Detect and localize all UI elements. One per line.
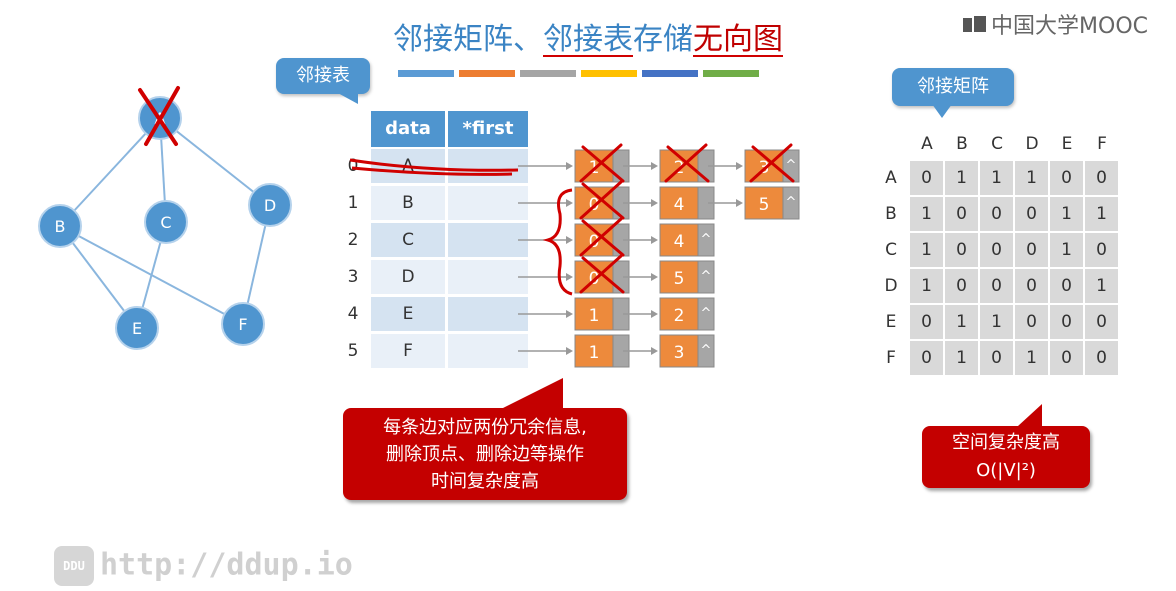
matrix-cell: 0 (1050, 341, 1084, 376)
matrix-note-line: O(|V|²) (976, 460, 1036, 481)
null-pointer-mark: ^ (701, 343, 712, 358)
matrix-cell: 0 (1050, 161, 1084, 196)
arrow-head-icon (651, 347, 658, 355)
matrix-row-label: E (885, 312, 897, 332)
matrix-cell: 1 (910, 197, 944, 232)
arrow-head-icon (736, 162, 743, 170)
arrow-head-icon (566, 162, 573, 170)
arrow-head-icon (566, 310, 573, 318)
mooc-logo-icon (963, 16, 987, 32)
matrix-cell: 0 (945, 269, 979, 304)
watermark-text: http://ddup.io (100, 547, 353, 583)
null-pointer-mark: ^ (786, 158, 797, 173)
strike-through-mark (349, 158, 519, 176)
matrix-cell: 1 (945, 341, 979, 376)
matrix-cell: 1 (910, 233, 944, 268)
arrow-head-icon (736, 199, 743, 207)
matrix-row-label: F (886, 348, 896, 368)
matrix-cell: 0 (1050, 305, 1084, 340)
null-pointer-mark: ^ (701, 269, 712, 284)
arrow-head-icon (566, 347, 573, 355)
matrix-cell: 0 (945, 233, 979, 268)
edge-node-value: 5 (759, 195, 770, 215)
matrix-col-label: C (991, 134, 1003, 154)
list-note-line: 每条边对应两份冗余信息, (383, 417, 587, 438)
matrix-col-label: A (921, 134, 933, 154)
adjacency-matrix-callout: 邻接矩阵 (892, 68, 1014, 118)
matrix-cell: 1 (1050, 197, 1084, 232)
matrix-cell: 0 (910, 341, 944, 376)
matrix-cell: 0 (1015, 197, 1049, 232)
arrow-head-icon (651, 310, 658, 318)
matrix-row-label: C (885, 240, 897, 260)
matrix-cell: 0 (1050, 269, 1084, 304)
matrix-row-label: B (885, 204, 897, 224)
matrix-cell: 0 (1085, 305, 1119, 340)
adjacency-list-chains: 1 2 3 ^0 4 5 ^0 4 ^0 5 ^1 2 ^1 3 ^ (349, 143, 800, 368)
edge-node-value: 1 (589, 343, 600, 363)
matrix-cell: 1 (1085, 269, 1119, 304)
matrix-col-label: F (1097, 134, 1107, 154)
mooc-brand: 中国大学MOOC (963, 8, 1148, 40)
list-drawback-note: 每条边对应两份冗余信息, 删除顶点、删除边等操作 时间复杂度高 (343, 408, 627, 500)
matrix-cell: 0 (1085, 233, 1119, 268)
matrix-cell: 1 (1015, 341, 1049, 376)
matrix-cell: 0 (980, 197, 1014, 232)
matrix-cell: 0 (980, 269, 1014, 304)
edge-node-value: 1 (589, 306, 600, 326)
arrow-head-icon (566, 273, 573, 281)
matrix-cell: 0 (1085, 341, 1119, 376)
arrow-head-icon (651, 199, 658, 207)
matrix-cell: 0 (910, 161, 944, 196)
matrix-cell: 1 (980, 161, 1014, 196)
matrix-cell: 0 (910, 305, 944, 340)
matrix-cell: 0 (1015, 233, 1049, 268)
matrix-cell: 1 (910, 269, 944, 304)
arrow-head-icon (566, 199, 573, 207)
matrix-row-label: A (885, 168, 897, 188)
matrix-cell: 1 (980, 305, 1014, 340)
null-pointer-mark: ^ (701, 232, 712, 247)
matrix-col-label: B (956, 134, 968, 154)
edge-node-value: 5 (674, 269, 685, 289)
matrix-drawback-note: 空间复杂度高 O(|V|²) (922, 404, 1090, 488)
matrix-cell: 1 (1085, 197, 1119, 232)
edge-node-value: 4 (674, 195, 685, 215)
matrix-row-label: D (884, 276, 898, 296)
matrix-cell: 1 (945, 305, 979, 340)
matrix-cell: 0 (1015, 269, 1049, 304)
matrix-cell: 1 (945, 161, 979, 196)
matrix-cell: 0 (1015, 305, 1049, 340)
null-pointer-mark: ^ (786, 195, 797, 210)
null-pointer-mark: ^ (701, 306, 712, 321)
watermark-logo: DDU (54, 546, 94, 586)
matrix-cell: 0 (980, 233, 1014, 268)
matrix-cell: 1 (1050, 233, 1084, 268)
list-note-line: 删除顶点、删除边等操作 (386, 444, 584, 465)
matrix-col-label: D (1025, 134, 1039, 154)
edge-node-value: 2 (674, 306, 685, 326)
brand-text: 中国大学MOOC (991, 14, 1148, 39)
matrix-cell: 1 (1015, 161, 1049, 196)
edge-node-value: 4 (674, 232, 685, 252)
arrow-head-icon (651, 162, 658, 170)
arrow-head-icon (651, 273, 658, 281)
watermark: DDU http://ddup.io (54, 546, 353, 586)
arrow-head-icon (566, 236, 573, 244)
matrix-note-line: 空间复杂度高 (952, 432, 1060, 453)
matrix-cell: 0 (1085, 161, 1119, 196)
matrix-cell: 0 (945, 197, 979, 232)
list-note-line: 时间复杂度高 (431, 471, 539, 492)
arrow-head-icon (651, 236, 658, 244)
edge-node-value: 3 (674, 343, 685, 363)
matrix-col-label: E (1061, 134, 1073, 154)
matrix-cell: 0 (980, 341, 1014, 376)
